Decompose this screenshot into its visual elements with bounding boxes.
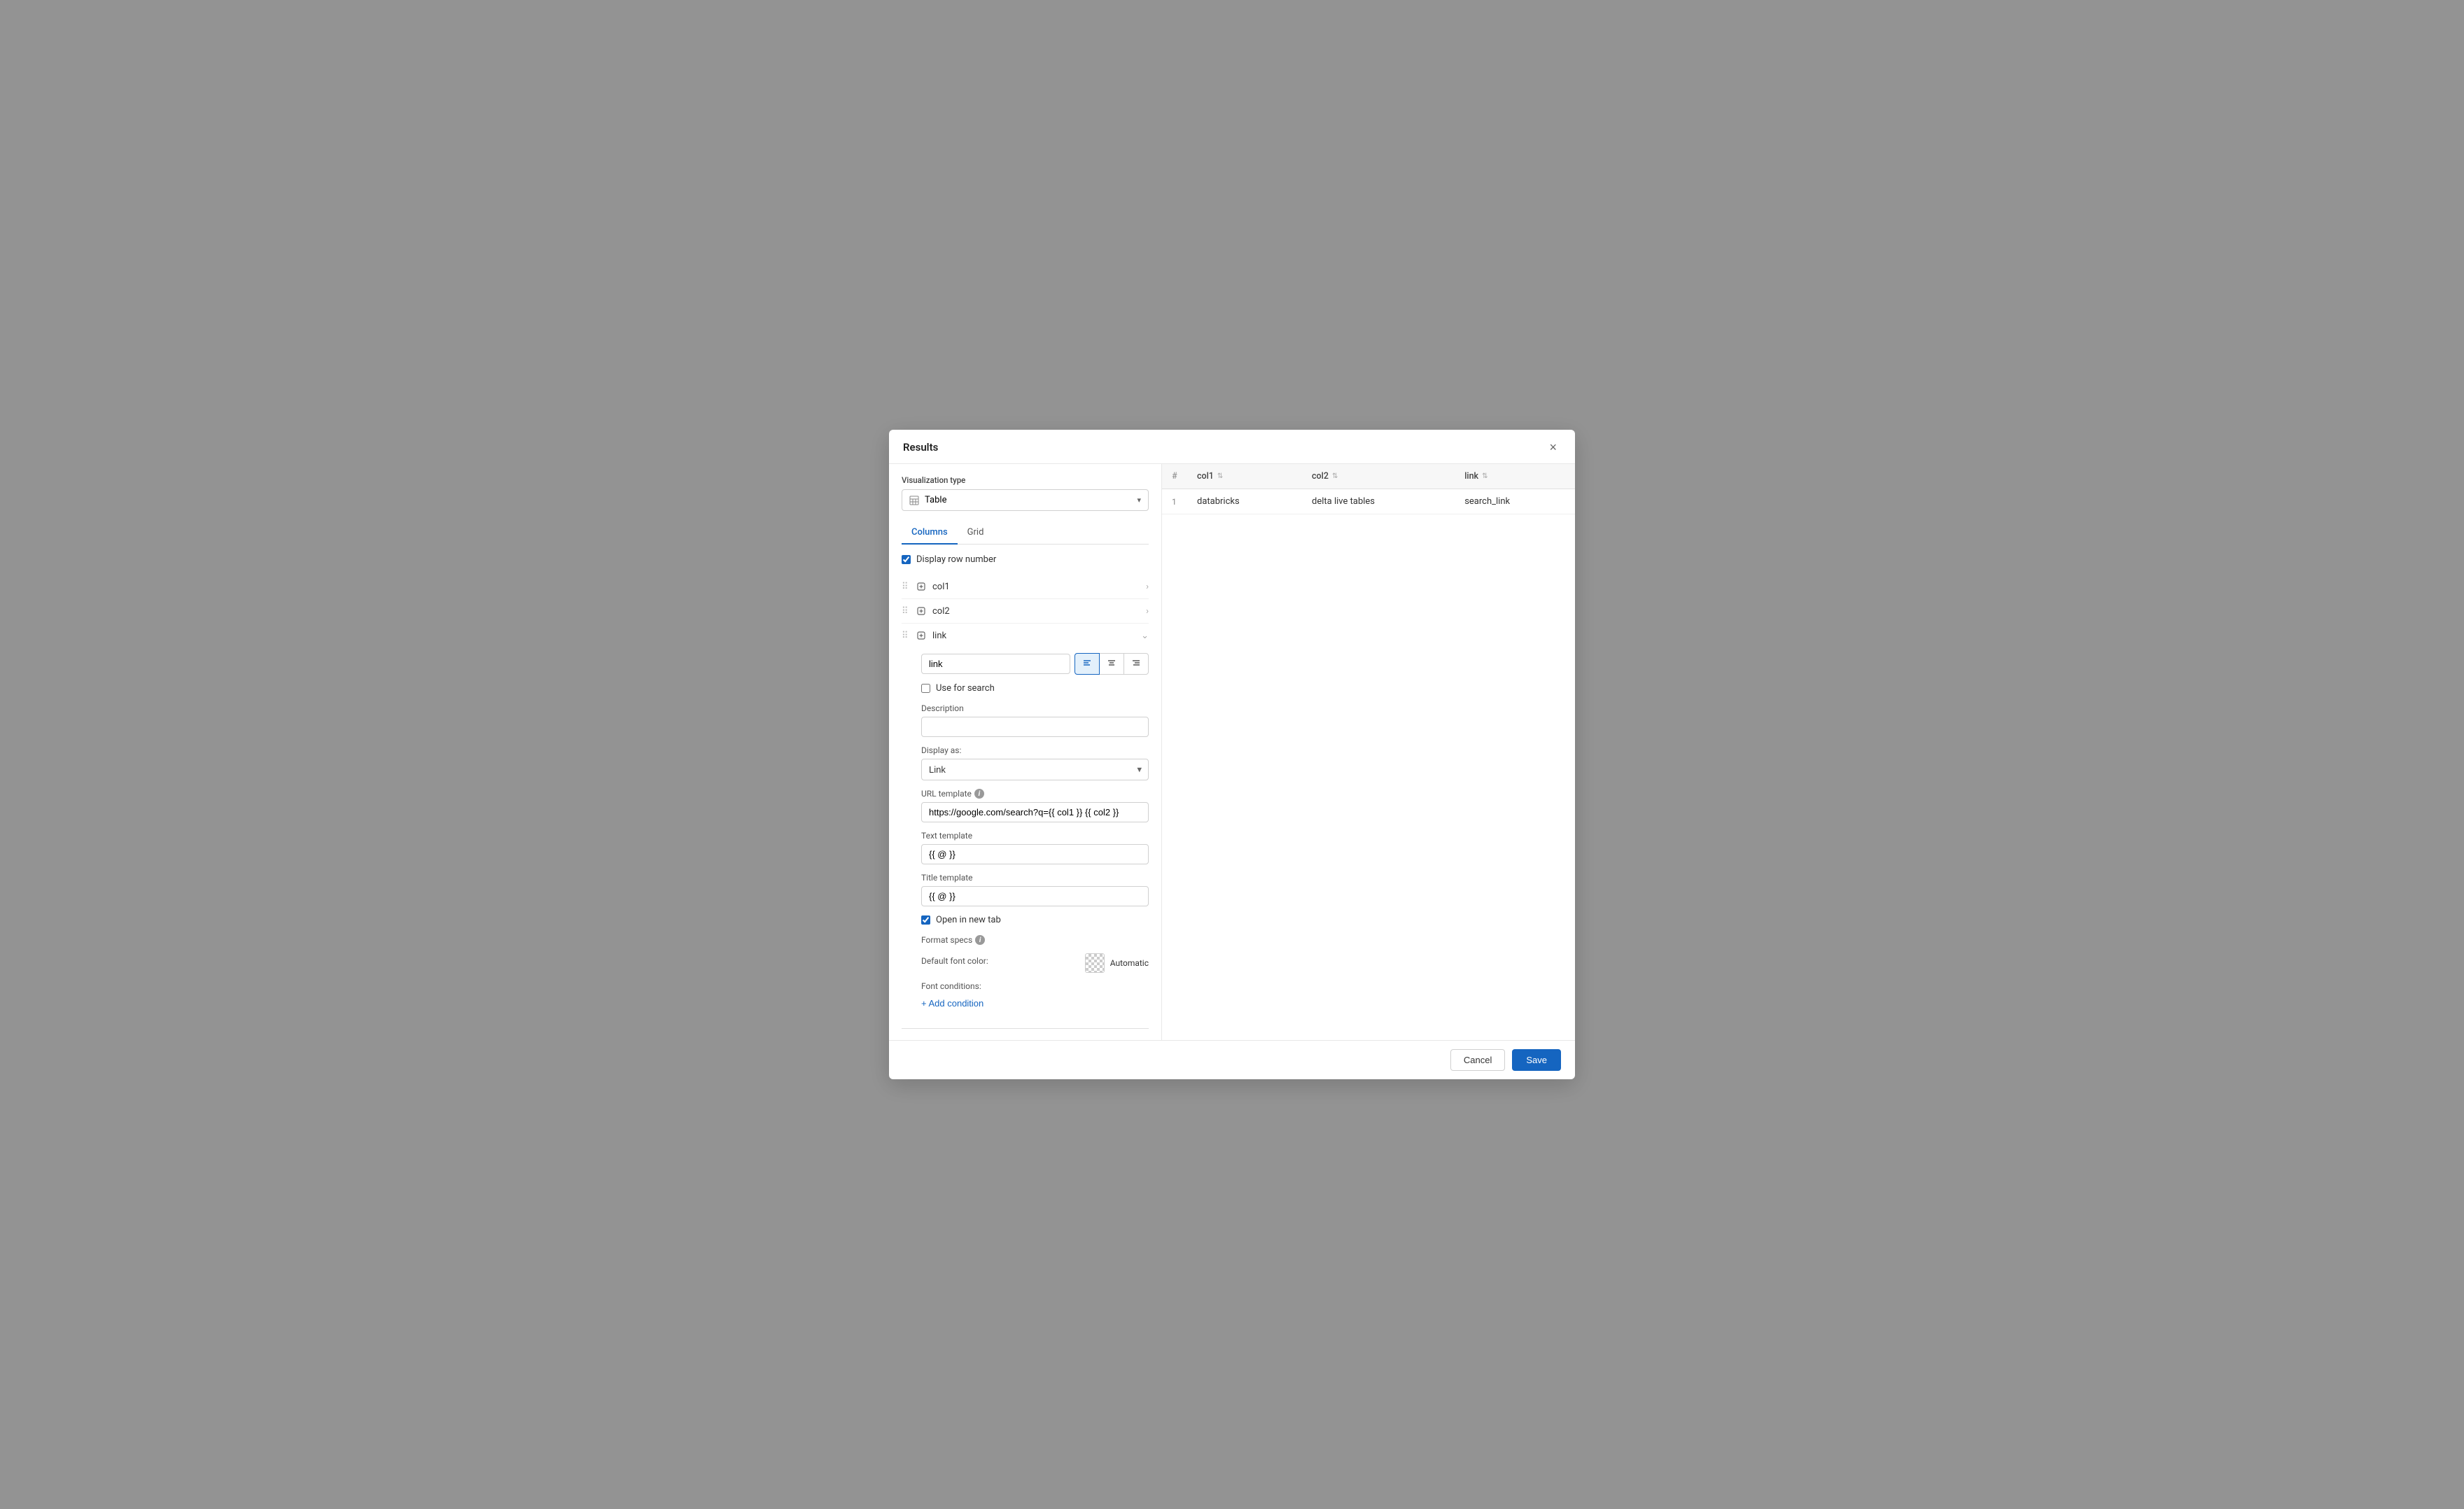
expand-arrow-col1: › — [1146, 582, 1149, 592]
viz-type-value: Table — [925, 495, 946, 505]
use-for-search-label: Use for search — [936, 683, 995, 694]
format-specs-label: Format specs i — [921, 935, 1149, 945]
display-row-number-row: Display row number — [902, 554, 1149, 565]
color-automatic-label: Automatic — [1110, 958, 1149, 968]
col-expand-header-link[interactable]: ⠿ link ⌄ — [902, 624, 1149, 647]
column-item-link: ⠿ link ⌄ — [902, 624, 1149, 1029]
color-swatch-automatic[interactable] — [1085, 953, 1105, 973]
sort-icon-col2: ⇅ — [1332, 472, 1338, 480]
results-modal: Results × Visualization type — [889, 430, 1575, 1079]
title-template-input[interactable] — [921, 886, 1149, 906]
font-conditions-row: Font conditions: + Add condition — [921, 981, 1149, 1011]
drag-handle-link[interactable]: ⠿ — [902, 631, 911, 641]
table-icon — [909, 496, 919, 505]
cell-row-num: 1 — [1162, 489, 1187, 514]
col-expand-body-link: Use for search Description Display as: — [902, 647, 1149, 1028]
align-center-button[interactable] — [1099, 653, 1124, 675]
cell-col1: databricks — [1187, 489, 1302, 514]
tabs-bar: Columns Grid — [902, 522, 1149, 545]
open-new-tab-label: Open in new tab — [936, 915, 1001, 925]
column-item-col1[interactable]: ⠿ col1 › — [902, 575, 1149, 599]
text-template-label: Text template — [921, 831, 1149, 841]
chevron-down-icon: ▾ — [1137, 496, 1141, 505]
display-as-select-wrap: Plain Link Image JSON — [921, 759, 1149, 780]
title-template-row: Title template — [921, 873, 1149, 906]
display-as-select[interactable]: Plain Link Image JSON — [921, 759, 1149, 780]
modal-title: Results — [903, 441, 938, 454]
viz-type-label: Visualization type — [902, 475, 1149, 485]
viz-type-select[interactable]: Table ▾ — [902, 489, 1149, 511]
url-template-help-icon[interactable]: i — [974, 789, 984, 799]
title-template-label: Title template — [921, 873, 1149, 883]
default-font-color-label: Default font color: — [921, 956, 988, 966]
url-template-label: URL template i — [921, 789, 1149, 799]
close-button[interactable]: × — [1545, 440, 1561, 455]
col-name-input[interactable] — [921, 654, 1070, 674]
column-item-col2[interactable]: ⠿ col2 › — [902, 599, 1149, 624]
tab-columns[interactable]: Columns — [902, 522, 958, 545]
cell-col2: delta live tables — [1302, 489, 1455, 514]
sort-icon-link: ⇅ — [1482, 472, 1488, 480]
left-panel-inner: Visualization type — [889, 464, 1161, 1040]
col-input-row — [921, 653, 1149, 675]
col-name-link: link — [932, 631, 1141, 641]
display-as-row: Display as: Plain Link Image JSON — [921, 745, 1149, 780]
modal-body: Visualization type — [889, 464, 1575, 1040]
modal-overlay: Results × Visualization type — [0, 0, 2464, 1509]
modal-footer: Cancel Save — [889, 1040, 1575, 1079]
open-new-tab-checkbox[interactable] — [921, 915, 930, 925]
sort-icon-col1: ⇅ — [1217, 472, 1223, 480]
col-name-col2: col2 — [932, 606, 1146, 617]
cancel-button[interactable]: Cancel — [1450, 1049, 1505, 1071]
col-type-icon-col2 — [914, 604, 928, 618]
display-as-label: Display as: — [921, 745, 1149, 755]
col-type-icon-link — [914, 629, 928, 643]
expand-arrow-col2: › — [1146, 606, 1149, 617]
default-font-color-row: Default font color: Automatic — [921, 953, 1149, 973]
col-header-col2[interactable]: col2 ⇅ — [1302, 464, 1455, 489]
format-specs-row: Format specs i — [921, 935, 1149, 945]
url-template-row: URL template i — [921, 789, 1149, 822]
modal-header: Results × — [889, 430, 1575, 464]
col-header-col1[interactable]: col1 ⇅ — [1187, 464, 1302, 489]
align-btn-group — [1074, 653, 1149, 675]
table-row: 1 databricks delta live tables search_li… — [1162, 489, 1575, 514]
col-header-num: # — [1162, 464, 1187, 489]
collapse-arrow-link: ⌄ — [1141, 631, 1149, 641]
display-row-number-label: Display row number — [916, 554, 996, 565]
display-row-number-checkbox[interactable] — [902, 555, 911, 564]
open-new-tab-row: Open in new tab — [921, 915, 1149, 925]
font-conditions-label: Font conditions: — [921, 981, 1149, 991]
column-list: ⠿ col1 › ⠿ — [902, 575, 1149, 1029]
col-header-link[interactable]: link ⇅ — [1455, 464, 1575, 489]
description-label: Description — [921, 703, 1149, 713]
save-button[interactable]: Save — [1512, 1049, 1561, 1071]
left-panel: Visualization type — [889, 464, 1162, 1040]
text-template-row: Text template — [921, 831, 1149, 864]
description-row: Description — [921, 703, 1149, 737]
use-for-search-checkbox[interactable] — [921, 684, 930, 693]
format-specs-help-icon[interactable]: i — [975, 935, 985, 945]
use-for-search-row: Use for search — [921, 683, 1149, 694]
description-input[interactable] — [921, 717, 1149, 737]
cell-link[interactable]: search_link — [1455, 489, 1575, 514]
drag-handle-col2[interactable]: ⠿ — [902, 606, 911, 617]
drag-handle-col1[interactable]: ⠿ — [902, 582, 911, 592]
url-template-input[interactable] — [921, 802, 1149, 822]
color-swatch-row: Automatic — [1085, 953, 1149, 973]
align-right-button[interactable] — [1124, 653, 1149, 675]
tab-grid[interactable]: Grid — [958, 522, 994, 545]
align-left-button[interactable] — [1074, 653, 1100, 675]
add-condition-button[interactable]: + Add condition — [921, 995, 983, 1011]
col-name-col1: col1 — [932, 582, 1146, 592]
preview-table: # col1 ⇅ col2 ⇅ — [1162, 464, 1575, 514]
col-type-icon-col1 — [914, 580, 928, 594]
text-template-input[interactable] — [921, 844, 1149, 864]
right-panel: # col1 ⇅ col2 ⇅ — [1162, 464, 1575, 1040]
